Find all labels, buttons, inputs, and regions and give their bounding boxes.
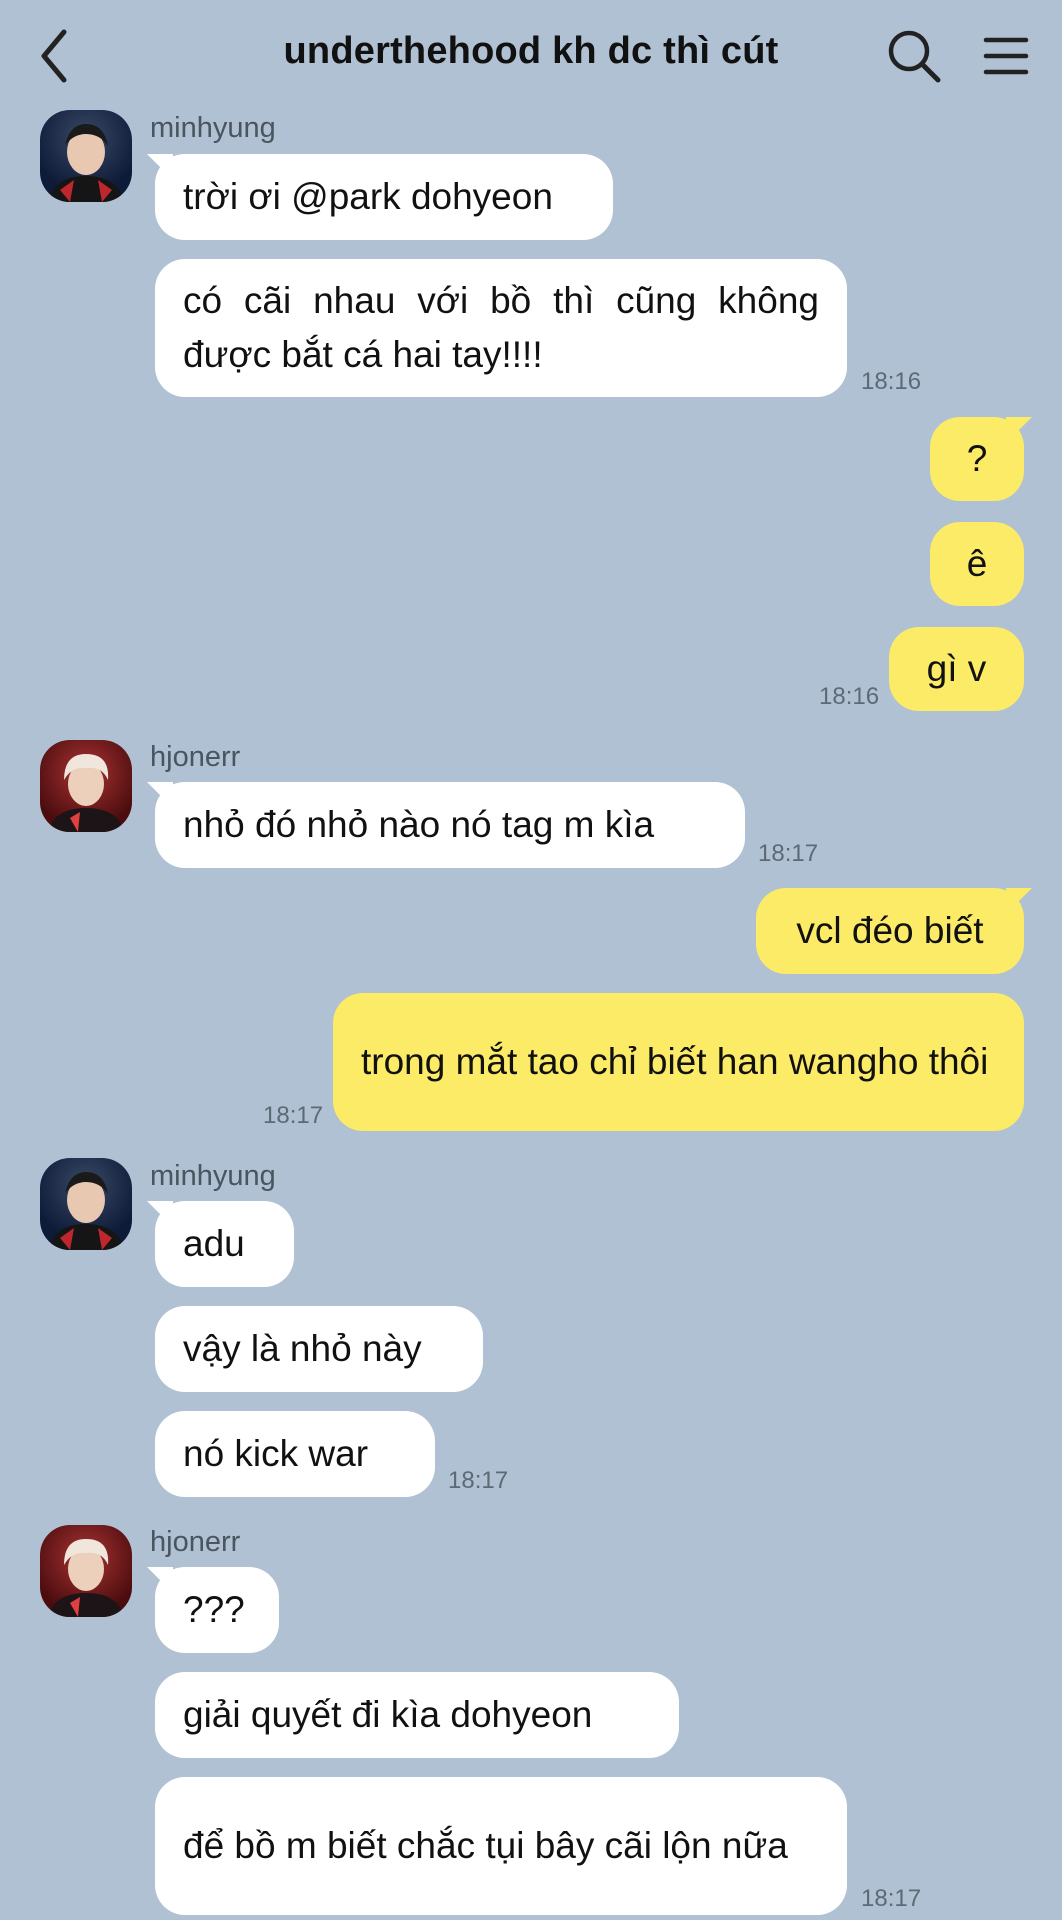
message-bubble[interactable]: trời ơi @park dohyeon — [155, 154, 613, 240]
message-bubble[interactable]: nó kick war — [155, 1411, 435, 1497]
message-text: vậy là nhỏ này — [183, 1328, 422, 1369]
message-time: 18:17 — [758, 840, 819, 867]
message-bubble[interactable]: giải quyết đi kìa dohyeon — [155, 1672, 679, 1758]
avatar[interactable] — [40, 110, 132, 202]
message-text: giải quyết đi kìa dohyeon — [183, 1694, 593, 1735]
avatar[interactable] — [40, 1525, 132, 1617]
message-text: vcl đéo biết — [796, 910, 984, 951]
message-bubble[interactable]: nhỏ đó nhỏ nào nó tag m kìa — [155, 782, 745, 868]
message-text: gì v — [926, 648, 987, 689]
menu-button[interactable] — [980, 30, 1032, 82]
sender-name: hjonerr — [150, 1526, 241, 1558]
avatar-image — [48, 1172, 124, 1250]
avatar[interactable] — [40, 1158, 132, 1250]
chat-header: underthehood kh dc thì cút — [0, 0, 1062, 110]
message-time: 18:16 — [861, 368, 922, 395]
my-message-bubble[interactable]: ? — [930, 417, 1024, 501]
message-text: có cãi nhau với bồ thì cũng không được b… — [183, 280, 819, 375]
search-button[interactable] — [884, 26, 944, 86]
message-text: nó kick war — [183, 1433, 369, 1474]
back-button[interactable] — [34, 24, 84, 88]
message-text: ê — [966, 543, 988, 584]
avatar-image — [48, 754, 124, 832]
sender-name: minhyung — [150, 1160, 276, 1192]
message-time: 18:16 — [819, 683, 880, 710]
my-message-bubble[interactable]: vcl đéo biết — [756, 888, 1024, 974]
message-text: trong mắt tao chỉ biết han wangho thôi — [361, 1041, 989, 1082]
my-message-bubble[interactable]: gì v — [889, 627, 1024, 711]
message-text: để bồ m biết chắc tụi bây cãi lộn nữa — [183, 1825, 788, 1866]
chat-title: underthehood kh dc thì cút — [283, 30, 779, 72]
message-text: trời ơi @park dohyeon — [183, 176, 553, 217]
message-bubble[interactable]: để bồ m biết chắc tụi bây cãi lộn nữa — [155, 1777, 847, 1915]
message-time: 18:17 — [448, 1467, 509, 1494]
avatar[interactable] — [40, 740, 132, 832]
message-time: 18:17 — [861, 1885, 922, 1912]
message-text: ??? — [183, 1589, 245, 1630]
message-text: nhỏ đó nhỏ nào nó tag m kìa — [183, 804, 655, 845]
message-bubble[interactable]: adu — [155, 1201, 294, 1287]
message-bubble[interactable]: vậy là nhỏ này — [155, 1306, 483, 1392]
message-bubble[interactable]: ??? — [155, 1567, 279, 1653]
avatar-image — [48, 124, 124, 202]
chevron-left-icon — [41, 29, 67, 83]
my-message-bubble[interactable]: trong mắt tao chỉ biết han wangho thôi — [333, 993, 1024, 1131]
message-bubble[interactable]: có cãi nhau với bồ thì cũng không được b… — [155, 259, 847, 397]
message-text: adu — [183, 1223, 245, 1264]
avatar-image — [48, 1539, 124, 1617]
message-text: ? — [966, 438, 988, 479]
my-message-bubble[interactable]: ê — [930, 522, 1024, 606]
sender-name: minhyung — [150, 112, 276, 144]
message-time: 18:17 — [263, 1102, 324, 1129]
sender-name: hjonerr — [150, 741, 241, 773]
menu-icon — [983, 37, 1029, 75]
search-icon — [888, 30, 941, 83]
